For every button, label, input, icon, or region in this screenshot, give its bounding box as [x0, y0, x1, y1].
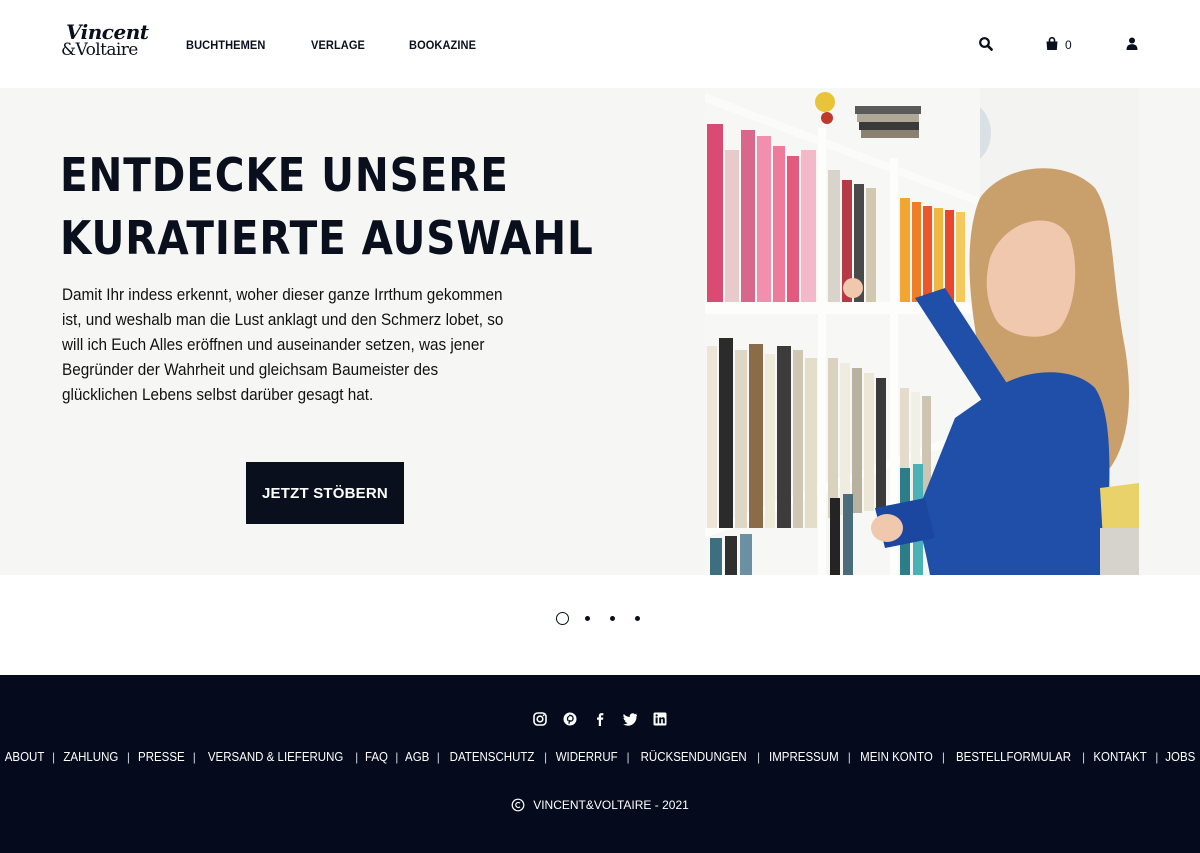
- footer-separator: |: [52, 750, 56, 764]
- main-nav: BUCHTHEMEN VERLAGE BOOKAZINE: [186, 38, 482, 52]
- footer-separator: |: [395, 750, 399, 764]
- footer-separator: |: [436, 750, 440, 764]
- hero-image: [705, 88, 1139, 575]
- shopping-bag-icon[interactable]: [1044, 36, 1060, 52]
- carousel-dot-1[interactable]: [556, 611, 581, 625]
- footer-link-jobs[interactable]: JOBS: [1166, 750, 1196, 764]
- hero-title-line-2: KURATIERTE AUSWAHL: [60, 211, 594, 265]
- footer-link-zahlung[interactable]: ZAHLUNG: [64, 750, 119, 764]
- facebook-icon[interactable]: [592, 711, 608, 727]
- copyright: VINCENT&VOLTAIRE - 2021: [0, 798, 1200, 812]
- footer-separator: |: [941, 750, 945, 764]
- social-links: [0, 711, 1200, 727]
- footer-link-kontakt[interactable]: KONTAKT: [1093, 750, 1146, 764]
- footer-separator: |: [1155, 750, 1159, 764]
- linkedin-icon[interactable]: [652, 711, 668, 727]
- footer-link-widerruf[interactable]: WIDERRUF: [556, 750, 618, 764]
- user-icon[interactable]: [1124, 36, 1140, 52]
- footer-separator: |: [355, 750, 359, 764]
- site-footer: ABOUT | ZAHLUNG | PRESSE | VERSAND & LIEFER…: [0, 675, 1200, 853]
- footer-link-agb[interactable]: AGB: [405, 750, 429, 764]
- footer-link-faq[interactable]: FAQ: [365, 750, 388, 764]
- footer-separator: |: [192, 750, 196, 764]
- pinterest-icon[interactable]: [562, 711, 578, 727]
- twitter-icon[interactable]: [622, 711, 638, 727]
- footer-link-mein-konto[interactable]: MEIN KONTO: [860, 750, 933, 764]
- hero-title-line-1: ENTDECKE UNSERE: [60, 148, 509, 202]
- footer-links: ABOUT | ZAHLUNG | PRESSE | VERSAND & LIEFER…: [0, 750, 1200, 764]
- cart-count: 0: [1065, 38, 1072, 52]
- nav-item-bookazine[interactable]: BOOKAZINE: [409, 38, 476, 52]
- hero-title: ENTDECKE UNSERE KURATIERTE AUSWAHL: [60, 144, 594, 270]
- footer-separator: |: [626, 750, 630, 764]
- hero-slide: ENTDECKE UNSERE KURATIERTE AUSWAHL Damit…: [0, 88, 1200, 575]
- carousel-dot-4[interactable]: [631, 611, 656, 625]
- footer-link-datenschutz[interactable]: DATENSCHUTZ: [450, 750, 535, 764]
- copyright-icon: [511, 798, 525, 812]
- nav-item-verlage[interactable]: VERLAGE: [311, 38, 365, 52]
- search-icon[interactable]: [978, 36, 994, 52]
- footer-link-versand[interactable]: VERSAND & LIEFERUNG: [208, 750, 343, 764]
- site-header: Vincent &Voltaire BUCHTHEMEN VERLAGE BOO…: [0, 0, 1200, 88]
- carousel-dot-2[interactable]: [581, 611, 606, 625]
- footer-link-impressum[interactable]: IMPRESSUM: [769, 750, 839, 764]
- footer-separator: |: [544, 750, 548, 764]
- footer-separator: |: [126, 750, 130, 764]
- logo-line-2: &Voltaire: [61, 40, 138, 60]
- footer-separator: |: [847, 750, 851, 764]
- footer-link-presse[interactable]: PRESSE: [138, 750, 185, 764]
- copyright-text: VINCENT&VOLTAIRE - 2021: [533, 798, 689, 812]
- footer-separator: |: [1082, 750, 1086, 764]
- carousel-dot-3[interactable]: [606, 611, 631, 625]
- footer-link-ruecksendungen[interactable]: RÜCKSENDUNGEN: [640, 750, 746, 764]
- hero-description: Damit Ihr indess erkennt, woher dieser g…: [62, 285, 504, 404]
- nav-item-buchthemen[interactable]: BUCHTHEMEN: [186, 38, 265, 52]
- footer-separator: |: [756, 750, 761, 764]
- footer-link-bestellformular[interactable]: BESTELLFORMULAR: [956, 750, 1071, 764]
- footer-link-about[interactable]: ABOUT: [5, 750, 45, 764]
- carousel-dots: [556, 611, 656, 625]
- hero-illustration: [705, 88, 1139, 575]
- logo[interactable]: Vincent &Voltaire: [60, 20, 149, 66]
- browse-now-button[interactable]: JETZT STÖBERN: [246, 462, 404, 524]
- instagram-icon[interactable]: [532, 711, 548, 727]
